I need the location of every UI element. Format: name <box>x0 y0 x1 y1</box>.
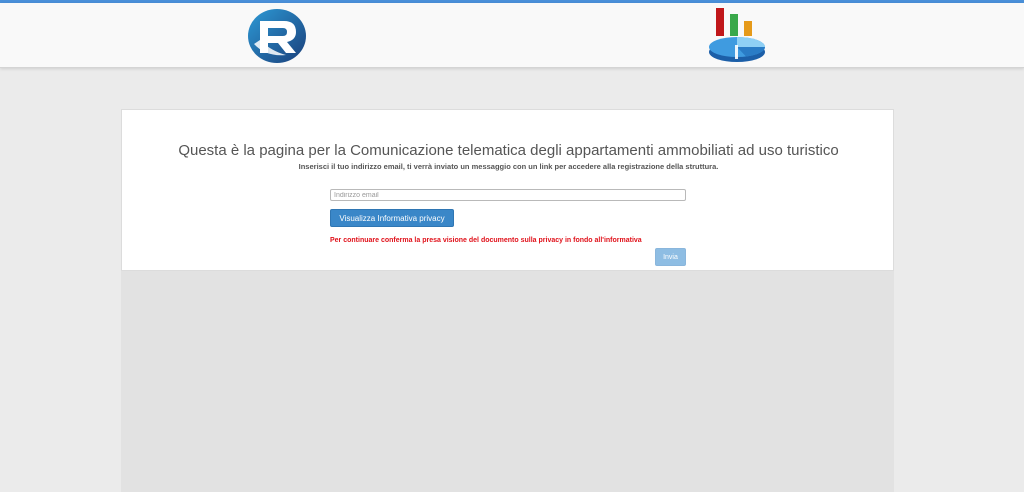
privacy-warning-text: Per continuare conferma la presa visione… <box>330 237 642 244</box>
email-input[interactable] <box>330 189 686 201</box>
page-header <box>0 3 1024 68</box>
privacy-info-button[interactable]: Visualizza Informativa privacy <box>330 209 454 227</box>
page-subtitle: Inserisci il tuo indirizzo email, ti ver… <box>298 162 719 171</box>
r-circle-logo-icon <box>248 9 306 63</box>
registration-panel: Questa è la pagina per la Comunicazione … <box>121 109 894 271</box>
bar-pie-chart-logo-icon <box>709 8 766 62</box>
page-title: Questa è la pagina per la Comunicazione … <box>178 142 839 159</box>
submit-button[interactable]: Invia <box>655 248 686 266</box>
